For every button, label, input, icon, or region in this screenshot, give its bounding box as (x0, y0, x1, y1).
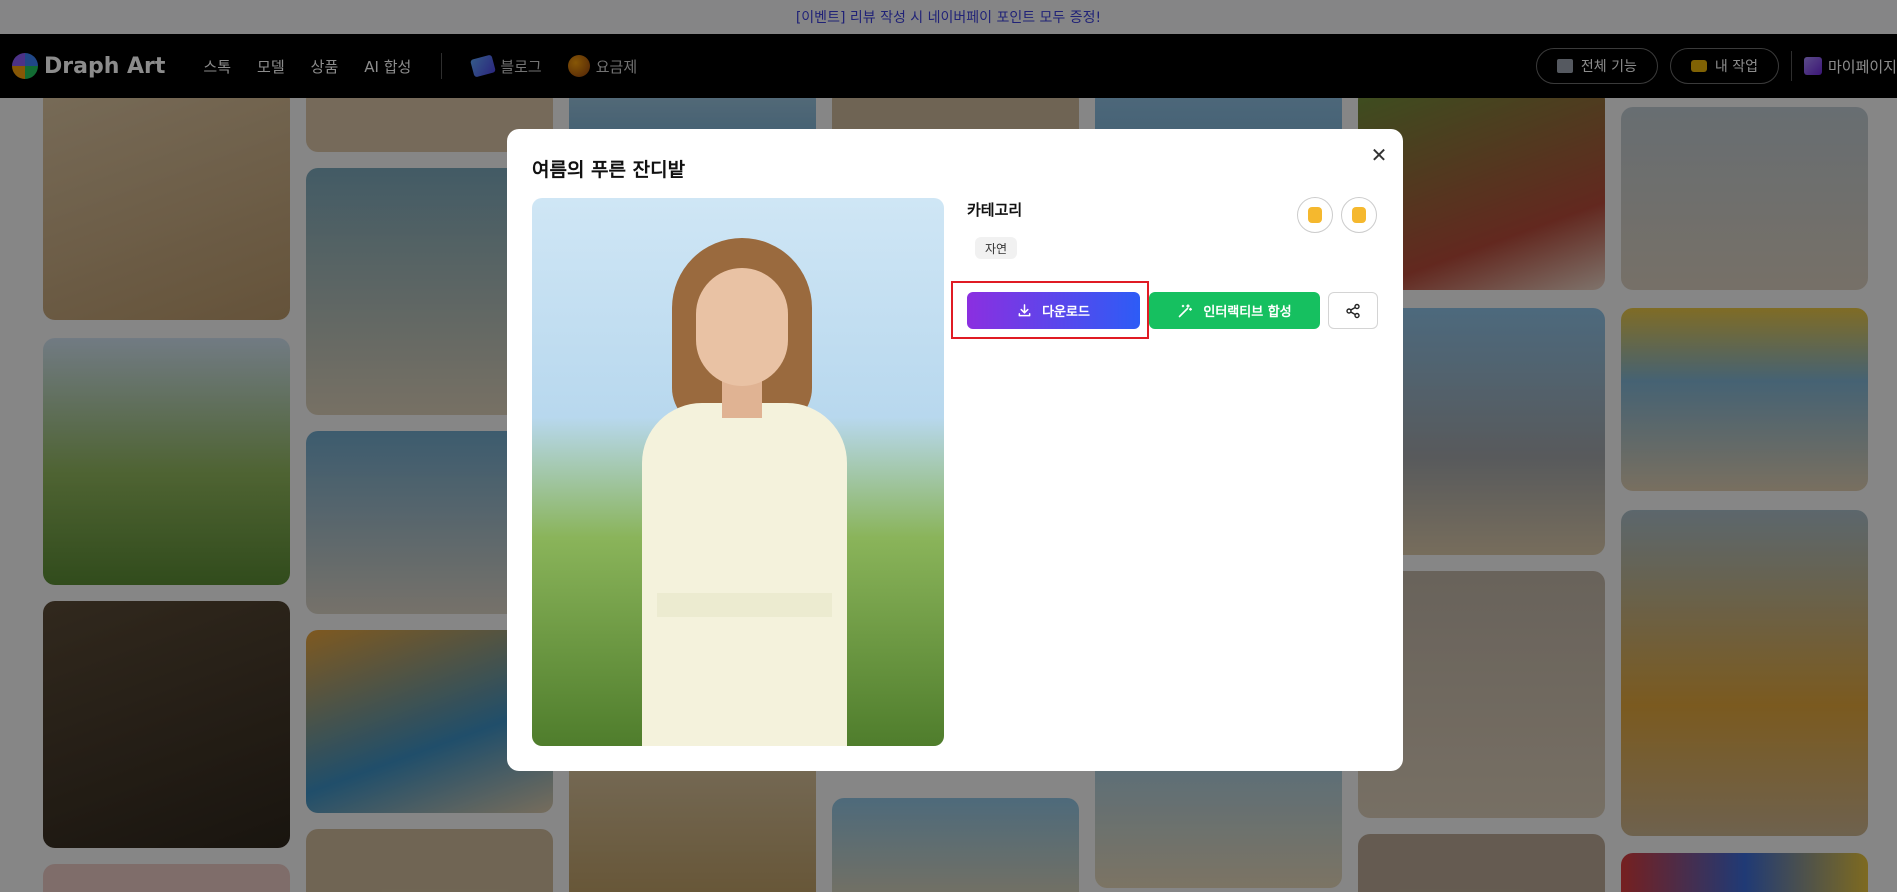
image-detail-modal: 여름의 푸른 잔디밭 ✕ 카테고리 자연 다운로드 인터랙티브 합성 (507, 129, 1403, 771)
modal-title: 여름의 푸른 잔디밭 (532, 159, 686, 181)
download-highlight-box (951, 281, 1149, 339)
thumbs-down-icon (1352, 207, 1366, 223)
close-icon[interactable]: ✕ (1367, 143, 1391, 167)
share-button[interactable] (1328, 292, 1378, 329)
image-belt (657, 593, 832, 617)
share-icon (1346, 303, 1360, 318)
like-button[interactable] (1297, 197, 1333, 233)
preview-image (532, 198, 944, 746)
interactive-compose-label: 인터랙티브 합성 (1203, 305, 1292, 320)
thumbs-up-icon (1308, 207, 1322, 223)
category-label: 카테고리 (967, 201, 1023, 219)
image-dress (642, 403, 847, 746)
category-tag[interactable]: 자연 (975, 237, 1018, 259)
magic-wand-icon (1179, 303, 1193, 317)
interactive-compose-button[interactable]: 인터랙티브 합성 (1149, 292, 1320, 329)
dislike-button[interactable] (1341, 197, 1377, 233)
image-face (696, 268, 788, 386)
